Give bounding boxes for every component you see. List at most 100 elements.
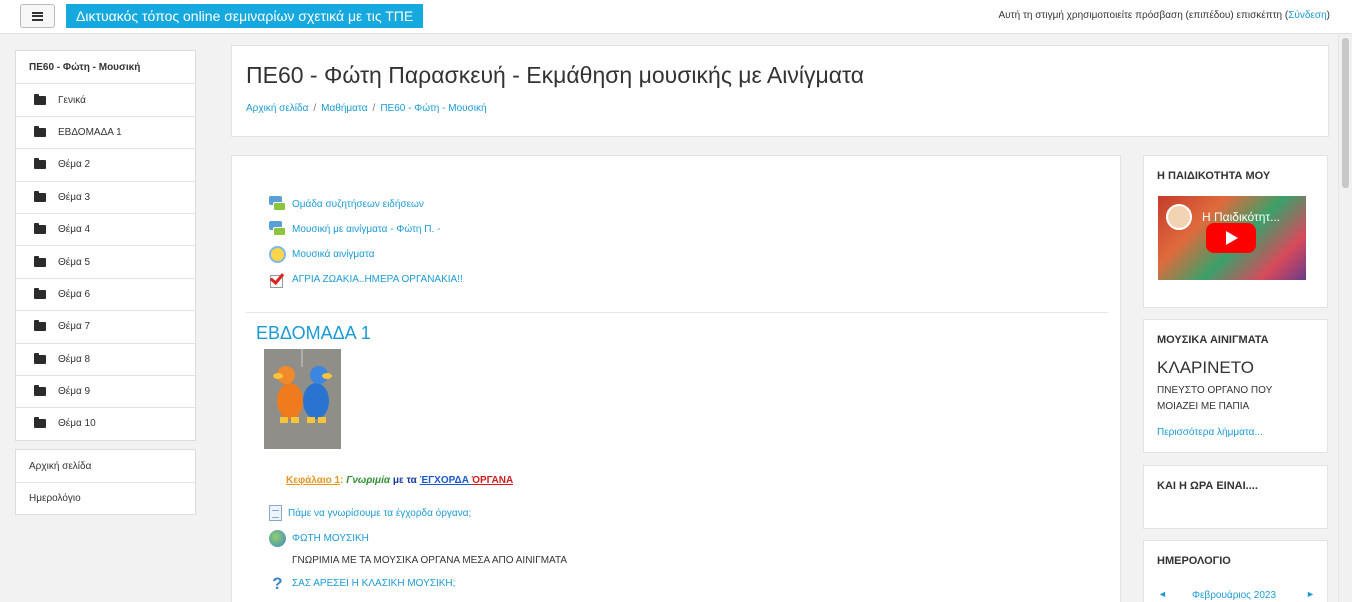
folder-icon xyxy=(34,158,46,170)
calendar-block: ΗΜΕΡΟΛΟΓΙΟ ◄ Φεβρουάριος 2023 ► xyxy=(1143,540,1328,602)
page-icon xyxy=(269,505,282,521)
choice-icon xyxy=(269,269,286,288)
channel-avatar xyxy=(1166,204,1192,230)
page-header: ΠΕ60 - Φώτη Παρασκευή - Εκμάθηση μουσική… xyxy=(231,45,1329,137)
activity-item[interactable]: Μουσική με αινίγματα - Φώτη Π. - xyxy=(269,221,440,238)
activity-link[interactable]: Μουσικά αινίγματα xyxy=(292,249,375,260)
section-nav-item[interactable]: Θέμα 5 xyxy=(16,245,195,277)
chapter-word-3: ΈΓΧΟΡΔΑ xyxy=(419,475,472,486)
block-title: ΗΜΕΡΟΛΟΓΙΟ xyxy=(1157,555,1231,567)
folder-icon xyxy=(34,125,46,137)
time-block: ΚΑΙ Η ΩΡΑ ΕΙΝΑΙ.... xyxy=(1143,465,1328,529)
section-title[interactable]: ΕΒΔΟΜΑΔΑ 1 xyxy=(256,323,371,344)
page-scrollbar[interactable] xyxy=(1338,34,1352,602)
breadcrumb-course[interactable]: ΠΕ60 - Φώτη - Μουσική xyxy=(380,103,486,114)
activity-link[interactable]: ΦΩΤΗ ΜΟΥΣΙΚΗ xyxy=(292,533,369,544)
chapter-word-4: ΌΡΓΑΝΑ xyxy=(471,475,514,486)
chat-icon xyxy=(269,246,286,263)
activity-item[interactable]: ? ΣΑΣ ΑΡΕΣΕΙ Η ΚΛΑΣΙΚΗ ΜΟΥΣΙΚΗ; xyxy=(269,575,455,592)
scrollbar-thumb[interactable] xyxy=(1342,38,1349,188)
chapter-number: Κεφάλαιο 1 xyxy=(286,475,341,486)
site-navigation: Αρχική σελίδα Ημερολόγιο xyxy=(15,449,196,515)
section-nav-item[interactable]: Θέμα 3 xyxy=(16,180,195,213)
riddles-block: ΜΟΥΣΙΚΑ ΑΙΝΙΓΜΑΤΑ ΚΛΑΡΙΝΕΤΟ ΠΝΕΥΣΤΟ ΟΡΓΑ… xyxy=(1143,319,1328,453)
breadcrumb: Αρχική σελίδα / Μαθήματα / ΠΕ60 - Φώτη -… xyxy=(246,103,487,114)
block-title: Η ΠΑΙΔΙΚΟΤΗΤΑ ΜΟΥ xyxy=(1157,170,1271,182)
login-link[interactable]: Σύνδεση xyxy=(1288,10,1326,21)
hamburger-icon xyxy=(32,11,43,21)
section-nav-item[interactable]: Θέμα 6 xyxy=(16,277,195,310)
glossary-word: ΚΛΑΡΙΝΕΤΟ xyxy=(1157,358,1255,377)
section-nav-item[interactable]: Γενικά xyxy=(16,83,195,115)
calendar-next-button[interactable]: ► xyxy=(1306,589,1315,599)
section-text: ΓΝΩΡΙΜΙΑ ΜΕ ΤΑ ΜΟΥΣΙΚΑ ΟΡΓΑΝΑ ΜΕΣΑ ΑΠΟ Α… xyxy=(292,555,567,566)
login-info-text: Αυτή τη στιγμή χρησιμοποιείτε πρόσβαση (… xyxy=(998,10,1289,21)
breadcrumb-separator: / xyxy=(372,103,376,114)
folder-icon xyxy=(34,223,46,235)
site-title-link[interactable]: Δικτυακός τόπος online σεμιναρίων σχετικ… xyxy=(66,4,424,28)
activity-link[interactable]: Ομάδα συζητήσεων ειδήσεων xyxy=(292,199,424,210)
course-nav-header[interactable]: ΠΕ60 - Φώτη - Μουσική xyxy=(16,51,195,83)
youtube-video[interactable]: Η Παιδικότητ... xyxy=(1158,196,1306,280)
folder-icon xyxy=(34,417,46,429)
block-title: ΚΑΙ Η ΩΡΑ ΕΙΝΑΙ.... xyxy=(1157,480,1258,492)
more-entries-link[interactable]: Περισσότερα λήμματα... xyxy=(1157,427,1263,438)
section-nav-item[interactable]: Θέμα 8 xyxy=(16,342,195,375)
activity-link[interactable]: Μουσική με αινίγματα - Φώτη Π. - xyxy=(292,224,440,235)
section-nav-item[interactable]: Θέμα 9 xyxy=(16,374,195,407)
folder-icon xyxy=(34,320,46,332)
nav-calendar-link[interactable]: Ημερολόγιο xyxy=(16,482,195,514)
block-title: ΜΟΥΣΙΚΑ ΑΙΝΙΓΜΑΤΑ xyxy=(1157,334,1269,346)
activity-link[interactable]: Πάμε να γνωρίσουμε τα έγχορδα όργανα; xyxy=(288,508,471,519)
chapter-heading: Κεφάλαιο 1: Γνωριμία με τα ΈΓΧΟΡΔΑ ΌΡΓΑΝ… xyxy=(286,475,513,486)
section-nav-label: Θέμα 3 xyxy=(58,191,91,203)
activity-item[interactable]: Πάμε να γνωρίσουμε τα έγχορδα όργανα; xyxy=(269,505,471,521)
chapter-colon: : xyxy=(340,475,344,486)
folder-icon xyxy=(34,385,46,397)
section-nav-item[interactable]: ΕΒΔΟΜΑΔΑ 1 xyxy=(16,115,195,148)
activity-item[interactable]: ΑΓΡΙΑ ΖΩΑΚΙΑ..ΗΜΕΡΑ ΟΡΓΑΝΑΚΙΑ!! xyxy=(269,269,463,288)
course-content: Ομάδα συζητήσεων ειδήσεων Μουσική με αιν… xyxy=(231,155,1121,602)
ducks-image xyxy=(264,349,341,449)
section-nav-label: Γενικά xyxy=(58,94,86,106)
calendar-month[interactable]: Φεβρουάριος 2023 xyxy=(1192,590,1276,601)
section-nav-label: Θέμα 5 xyxy=(58,256,91,268)
section-nav-item[interactable]: Θέμα 7 xyxy=(16,310,195,342)
breadcrumb-separator: / xyxy=(313,103,317,114)
folder-icon xyxy=(34,287,46,299)
forum-icon xyxy=(269,196,286,213)
nav-home-link[interactable]: Αρχική σελίδα xyxy=(16,450,195,482)
folder-icon xyxy=(34,352,46,364)
chapter-word-1: Γνωριμία xyxy=(346,475,391,486)
activity-link[interactable]: ΑΓΡΙΑ ΖΩΑΚΙΑ..ΗΜΕΡΑ ΟΡΓΑΝΑΚΙΑ!! xyxy=(292,274,463,285)
login-info-close: ) xyxy=(1326,10,1330,21)
section-divider xyxy=(246,312,1108,313)
section-nav-label: Θέμα 6 xyxy=(58,288,91,300)
section-nav-label: ΕΒΔΟΜΑΔΑ 1 xyxy=(58,126,122,138)
section-nav-item[interactable]: Θέμα 2 xyxy=(16,148,195,180)
section-nav-item[interactable]: Θέμα 10 xyxy=(16,407,195,439)
menu-toggle-button[interactable] xyxy=(20,4,55,28)
course-navigation: ΠΕ60 - Φώτη - Μουσική Γενικά ΕΒΔΟΜΑΔΑ 1 … xyxy=(15,50,196,441)
breadcrumb-courses[interactable]: Μαθήματα xyxy=(321,103,367,114)
section-nav-label: Θέμα 10 xyxy=(58,418,96,430)
section-nav-label: Θέμα 8 xyxy=(58,353,91,365)
section-nav-item[interactable]: Θέμα 4 xyxy=(16,212,195,245)
activity-item[interactable]: ΦΩΤΗ ΜΟΥΣΙΚΗ xyxy=(269,530,369,547)
page-title: ΠΕ60 - Φώτη Παρασκευή - Εκμάθηση μουσική… xyxy=(246,62,865,88)
folder-icon xyxy=(34,190,46,202)
calendar-prev-button[interactable]: ◄ xyxy=(1158,589,1167,599)
question-icon: ? xyxy=(272,574,283,593)
chapter-word-2: με τα xyxy=(390,475,420,486)
play-icon[interactable] xyxy=(1206,223,1256,253)
folder-icon xyxy=(34,255,46,267)
glossary-description: ΠΝΕΥΣΤΟ ΟΡΓΑΝΟ ΠΟΥ ΜΟΙΑΖΕΙ ΜΕ ΠΑΠΙΑ xyxy=(1157,385,1273,412)
folder-icon xyxy=(34,93,46,105)
forum-icon xyxy=(269,221,286,238)
top-navbar: Δικτυακός τόπος online σεμιναρίων σχετικ… xyxy=(0,0,1352,34)
breadcrumb-home[interactable]: Αρχική σελίδα xyxy=(246,103,308,114)
activity-item[interactable]: Ομάδα συζητήσεων ειδήσεων xyxy=(269,196,424,213)
activity-item[interactable]: Μουσικά αινίγματα xyxy=(269,246,375,263)
video-title: Η Παιδικότητ... xyxy=(1202,210,1281,224)
activity-link[interactable]: ΣΑΣ ΑΡΕΣΕΙ Η ΚΛΑΣΙΚΗ ΜΟΥΣΙΚΗ; xyxy=(292,578,455,589)
